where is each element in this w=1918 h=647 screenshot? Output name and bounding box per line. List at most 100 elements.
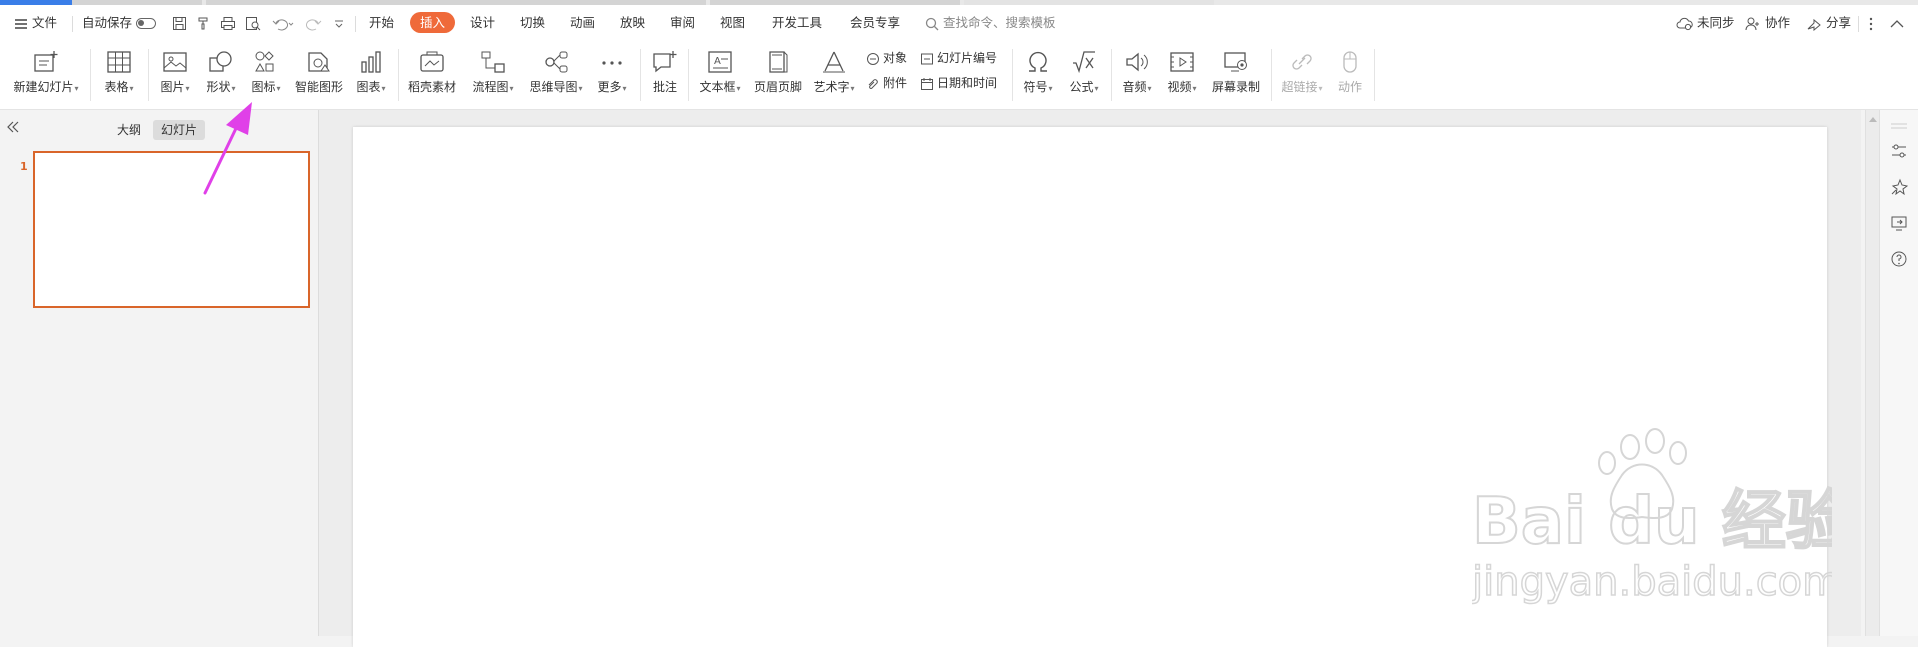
collaborate-icon [1745,17,1759,30]
tab-developer-tools[interactable]: 开发工具 [772,5,822,41]
collapse-ribbon-button[interactable] [1890,5,1904,41]
flowchart-button[interactable]: 流程图▾ [465,41,521,109]
calendar-icon [921,77,933,90]
comment-button[interactable]: 批注 [645,41,685,109]
wordart-label: 艺术字 [813,80,850,94]
attachment-label: 附件 [883,76,908,90]
tab-review[interactable]: 审阅 [670,5,695,41]
hamburger-icon [15,18,27,29]
format-painter-button[interactable] [196,5,211,41]
mindmap-icon [545,51,568,73]
hyperlink-label: 超链接 [1281,80,1318,94]
more-vertical-icon [1869,17,1873,30]
cloud-sync-icon [1676,17,1693,30]
mindmap-label: 思维导图 [529,80,578,94]
video-icon [1170,52,1194,72]
animation-star-icon[interactable] [1890,178,1908,196]
picture-label: 图片 [160,80,185,94]
undo-button[interactable] [272,5,294,41]
watermark-url: jingyan.baidu.com [1472,559,1832,605]
save-button[interactable] [172,5,187,41]
slide-number-label: 幻灯片编号 [937,51,998,65]
smart-graphic-icon [308,52,330,72]
tab-view[interactable]: 视图 [720,5,745,41]
insert-ribbon: 新建幻灯片▾ 表格▾ 图片▾ 形状▾ 图标▾ 智能图形 图表▾ 稻壳素材 流程图… [0,41,1918,110]
formula-button[interactable]: 公式▾ [1062,41,1106,109]
tab-outline[interactable]: 大纲 [109,120,149,140]
help-icon[interactable] [1890,250,1908,268]
quick-access-customize-button[interactable] [333,5,345,41]
datetime-button[interactable]: 日期和时间 [920,73,997,93]
format-painter-icon [198,17,208,30]
toggle-switch-icon [136,18,157,29]
textbox-button[interactable]: A 文本框▾ [693,41,747,109]
more-dots-icon [602,61,622,65]
collaborate-button[interactable]: 协作 [1745,5,1790,41]
wordart-button[interactable]: 艺术字▾ [808,41,860,109]
attachment-button[interactable]: 附件 [866,73,907,93]
share-button[interactable]: 分享 [1806,5,1851,41]
autosave-toggle[interactable]: 自动保存 [82,5,157,41]
speaker-icon [1126,52,1148,72]
chart-button[interactable]: 图表▾ [349,41,393,109]
chevron-up-icon [1890,19,1904,27]
slide-navigation-panel: 大纲 幻灯片 1 [0,110,319,636]
smart-graphic-button[interactable]: 智能图形 [291,41,347,109]
header-footer-label: 页眉页脚 [753,80,802,94]
textbox-label: 文本框 [699,80,736,94]
menu-bar: 文件 自动保存 开始 插入 设计 切换 动画 放映 审阅 视图 开发工具 会员专… [0,5,1918,41]
header-footer-icon [769,51,788,73]
tab-design[interactable]: 设计 [470,5,495,41]
hyperlink-button[interactable]: 超链接▾ [1276,41,1328,109]
audio-label: 音频 [1122,80,1147,94]
mindmap-button[interactable]: 思维导图▾ [523,41,589,109]
tab-transition[interactable]: 切换 [520,5,545,41]
video-button[interactable]: 视频▾ [1160,41,1204,109]
double-chevron-left-icon [7,121,19,133]
tab-slideshow[interactable]: 放映 [620,5,645,41]
sync-status-button[interactable]: 未同步 [1676,5,1735,41]
slide-thumbnail[interactable] [33,151,310,308]
comment-label: 批注 [652,80,677,94]
symbol-button[interactable]: 符号▾ [1016,41,1060,109]
new-slide-icon [34,51,58,72]
tab-animation[interactable]: 动画 [570,5,595,41]
action-button[interactable]: 动作 [1330,41,1370,109]
bar-chart-icon [361,51,381,73]
slide-transition-icon[interactable] [1890,214,1908,232]
tab-member-exclusive[interactable]: 会员专享 [850,5,900,41]
audio-button[interactable]: 音频▾ [1115,41,1159,109]
shape-label: 形状 [206,80,231,94]
ribbon-divider [1012,49,1013,101]
textbox-icon: A [708,51,732,73]
slide-number-button[interactable]: 幻灯片编号 [920,48,997,68]
tab-home[interactable]: 开始 [369,5,394,41]
ribbon-divider [90,49,91,101]
header-footer-button[interactable]: 页眉页脚 [750,41,806,109]
print-preview-button[interactable] [245,5,261,41]
more-button[interactable]: 更多▾ [590,41,634,109]
redo-button[interactable] [306,5,322,41]
more-options-button[interactable] [1868,5,1874,41]
print-button[interactable] [220,5,236,41]
screen-record-button[interactable]: 屏幕录制 [1206,41,1266,109]
new-slide-button[interactable]: 新建幻灯片▾ [6,41,86,109]
file-menu[interactable]: 文件 [14,5,57,41]
ribbon-divider [688,49,689,101]
share-icon [1807,18,1821,31]
scroll-up-icon [1869,117,1877,122]
command-search[interactable]: 查找命令、搜索模板 [925,5,1056,41]
flowchart-icon [481,51,505,73]
ribbon-divider [640,49,641,101]
settings-sliders-icon[interactable] [1890,142,1908,160]
tab-insert[interactable]: 插入 [410,5,456,41]
material-button[interactable]: 稻壳素材 [403,41,461,109]
screen-record-label: 屏幕录制 [1211,80,1260,94]
vertical-scrollbar[interactable] [1865,110,1879,636]
tab-insert-label: 插入 [410,12,456,33]
collapse-panel-button[interactable] [6,120,20,137]
video-label: 视频 [1167,80,1192,94]
object-button[interactable]: 对象 [866,48,907,68]
table-button[interactable]: 表格▾ [96,41,142,109]
collaborate-label: 协作 [1764,15,1790,30]
